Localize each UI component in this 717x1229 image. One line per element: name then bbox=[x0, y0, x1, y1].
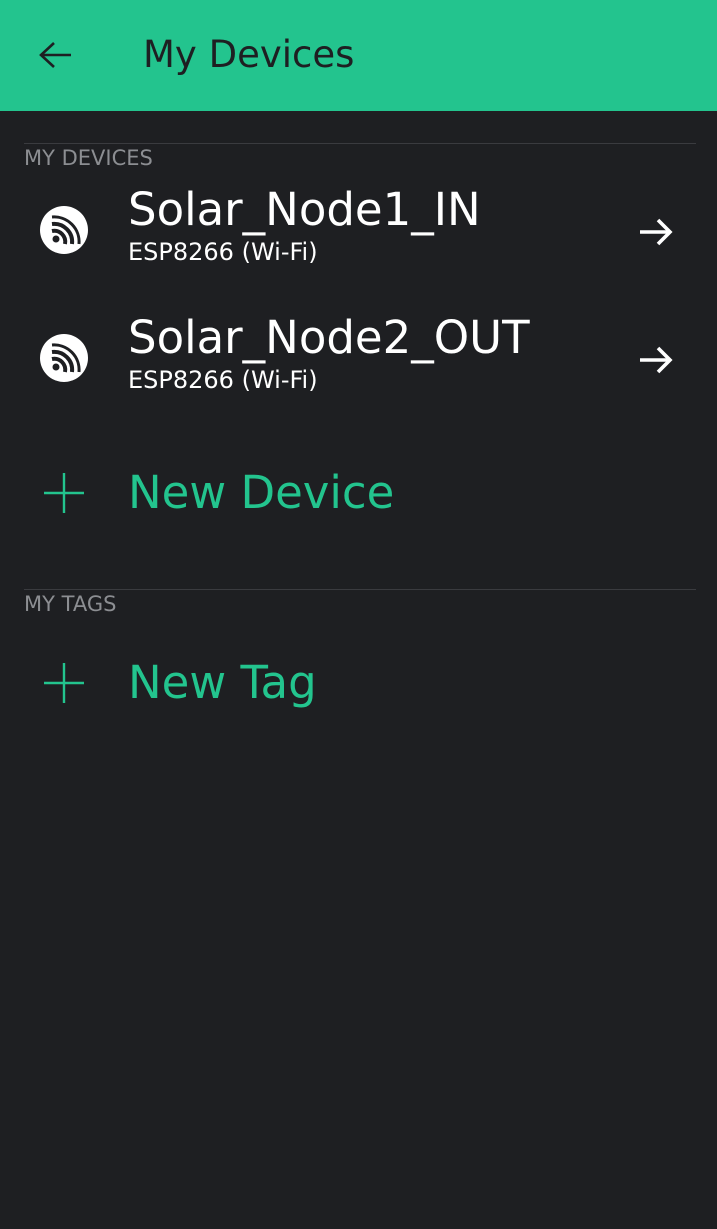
new-device-button[interactable]: New Device bbox=[0, 453, 717, 533]
device-type: ESP8266 (Wi-Fi) bbox=[128, 366, 318, 394]
espressif-icon bbox=[40, 206, 88, 254]
device-type: ESP8266 (Wi-Fi) bbox=[128, 238, 318, 266]
plus-icon bbox=[44, 473, 84, 513]
espressif-icon bbox=[40, 334, 88, 382]
device-row-solar-node2-out[interactable]: Solar_Node2_OUT ESP8266 (Wi-Fi) bbox=[0, 300, 717, 428]
arrow-left-icon bbox=[39, 42, 71, 68]
section-label-my-tags: MY TAGS bbox=[24, 592, 117, 616]
app-header: My Devices bbox=[0, 0, 717, 111]
arrow-right-icon[interactable] bbox=[636, 212, 676, 252]
back-button[interactable] bbox=[28, 27, 84, 83]
plus-icon bbox=[44, 663, 84, 703]
section-label-my-devices: MY DEVICES bbox=[24, 146, 153, 170]
device-name: Solar_Node1_IN bbox=[128, 183, 481, 236]
page-title: My Devices bbox=[143, 33, 355, 76]
new-device-label: New Device bbox=[128, 466, 395, 519]
new-tag-button[interactable]: New Tag bbox=[0, 643, 717, 723]
device-row-solar-node1-in[interactable]: Solar_Node1_IN ESP8266 (Wi-Fi) bbox=[0, 172, 717, 300]
section-divider bbox=[24, 589, 696, 590]
new-tag-label: New Tag bbox=[128, 656, 317, 709]
device-name: Solar_Node2_OUT bbox=[128, 311, 530, 364]
arrow-right-icon[interactable] bbox=[636, 340, 676, 380]
